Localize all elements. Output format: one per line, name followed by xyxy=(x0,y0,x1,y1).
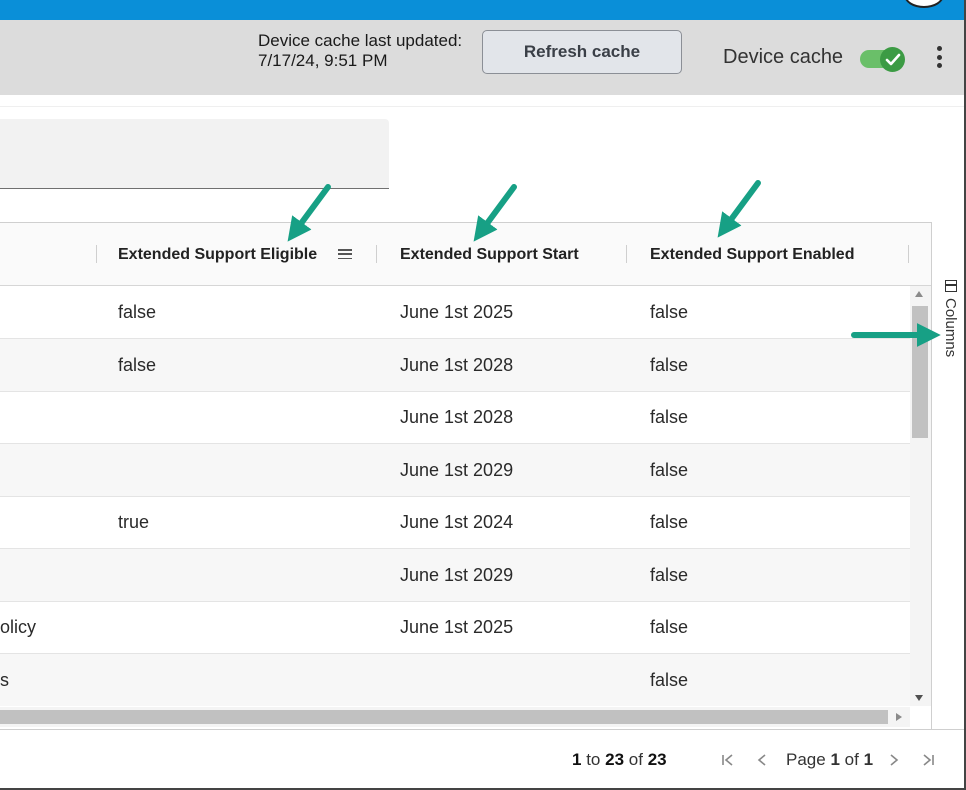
row-total: 23 xyxy=(647,750,667,769)
cell-enabled: false xyxy=(650,512,689,532)
horizontal-scroll-thumb[interactable] xyxy=(0,710,888,724)
columns-tab-label: Columns xyxy=(942,298,959,358)
scroll-down-icon[interactable] xyxy=(915,695,923,701)
column-header-extended-support-eligible[interactable]: Extended Support Eligible xyxy=(118,223,317,286)
device-cache-toggle[interactable] xyxy=(860,47,906,72)
cell-enabled: false xyxy=(650,355,689,375)
column-header-label: Extended Support Eligible xyxy=(118,245,318,263)
table-row[interactable]: olicy June 1st 2025 false xyxy=(0,601,910,654)
cell-start: June 1st 2028 xyxy=(400,407,514,427)
grid-body: false June 1st 2025 false false June 1st… xyxy=(0,286,910,706)
data-grid: Extended Support Eligible Extended Suppo… xyxy=(0,222,931,729)
cell-left: olicy xyxy=(0,617,37,637)
cell-start: June 1st 2025 xyxy=(400,617,514,637)
scroll-right-icon[interactable] xyxy=(896,713,902,721)
refresh-cache-button[interactable]: Refresh cache xyxy=(482,30,682,74)
cell-enabled: false xyxy=(650,302,689,322)
horizontal-scrollbar[interactable] xyxy=(0,707,910,727)
cell-enabled: false xyxy=(650,460,689,480)
toolbar: Device cache last updated: 7/17/24, 9:51… xyxy=(0,20,966,95)
columns-tool-tab[interactable]: Columns xyxy=(942,280,959,357)
cell-eligible: false xyxy=(118,355,157,375)
first-page-icon[interactable] xyxy=(718,750,738,770)
search-input[interactable] xyxy=(0,119,389,189)
grid-header: Extended Support Eligible Extended Suppo… xyxy=(0,223,931,286)
table-row[interactable]: s false xyxy=(0,654,910,706)
cell-enabled: false xyxy=(650,617,689,637)
column-menu-icon[interactable] xyxy=(338,249,352,259)
table-row[interactable]: true June 1st 2024 false xyxy=(0,496,910,549)
divider xyxy=(0,106,966,107)
table-row[interactable]: June 1st 2029 false xyxy=(0,549,910,602)
cell-start: June 1st 2029 xyxy=(400,460,514,480)
column-divider[interactable] xyxy=(96,245,97,263)
cell-left: s xyxy=(0,670,9,690)
avatar[interactable] xyxy=(904,0,944,8)
column-divider[interactable] xyxy=(376,245,377,263)
page-indicator: Page 1 of 1 xyxy=(786,750,873,770)
cell-enabled: false xyxy=(650,565,689,585)
device-cache-label: Device cache xyxy=(723,46,844,68)
toggle-knob xyxy=(880,47,905,72)
columns-icon xyxy=(944,280,957,292)
checkmark-icon xyxy=(885,53,900,65)
cell-start: June 1st 2024 xyxy=(400,512,514,532)
cache-updated-time: 7/17/24, 9:51 PM xyxy=(258,51,388,70)
column-header-label: Extended Support Start xyxy=(400,245,579,263)
cell-eligible: false xyxy=(118,302,157,322)
range-start: 1 xyxy=(572,750,582,769)
side-panel: Columns xyxy=(931,222,966,729)
range-of: of xyxy=(628,750,643,769)
column-header-label: Extended Support Enabled xyxy=(650,245,855,263)
table-row[interactable]: false June 1st 2025 false xyxy=(0,286,910,339)
table-row[interactable]: false June 1st 2028 false xyxy=(0,339,910,392)
vertical-scrollbar[interactable] xyxy=(910,286,931,706)
cache-updated-title: Device cache last updated: xyxy=(258,31,463,50)
next-page-icon[interactable] xyxy=(884,750,904,770)
cache-updated-label: Device cache last updated: 7/17/24, 9:51… xyxy=(258,31,462,71)
range-to: to xyxy=(586,750,601,769)
cell-enabled: false xyxy=(650,407,689,427)
column-header-extended-support-enabled[interactable]: Extended Support Enabled xyxy=(650,223,854,286)
top-accent-bar xyxy=(0,0,966,20)
row-count-summary: 1 to 23 of 23 xyxy=(572,750,667,770)
column-divider[interactable] xyxy=(626,245,627,263)
last-page-icon[interactable] xyxy=(918,750,938,770)
range-end: 23 xyxy=(605,750,625,769)
scroll-up-icon[interactable] xyxy=(915,291,923,297)
table-row[interactable]: June 1st 2028 false xyxy=(0,391,910,444)
previous-page-icon[interactable] xyxy=(752,750,772,770)
column-divider[interactable] xyxy=(908,245,909,263)
page-total: 1 xyxy=(863,750,874,769)
page-of-word: of xyxy=(844,750,859,769)
pagination-bar: 1 to 23 of 23 Page 1 of 1 xyxy=(0,729,966,790)
column-header-extended-support-start[interactable]: Extended Support Start xyxy=(400,223,579,286)
cell-start: June 1st 2028 xyxy=(400,355,514,375)
page-current: 1 xyxy=(830,750,840,769)
cell-enabled: false xyxy=(650,670,689,690)
cell-start: June 1st 2029 xyxy=(400,565,514,585)
more-options-icon[interactable] xyxy=(928,42,950,72)
cell-eligible: true xyxy=(118,512,150,532)
cell-start: June 1st 2025 xyxy=(400,302,514,322)
page-word: Page xyxy=(786,750,826,769)
table-row[interactable]: June 1st 2029 false xyxy=(0,444,910,497)
vertical-scroll-thumb[interactable] xyxy=(912,306,928,438)
